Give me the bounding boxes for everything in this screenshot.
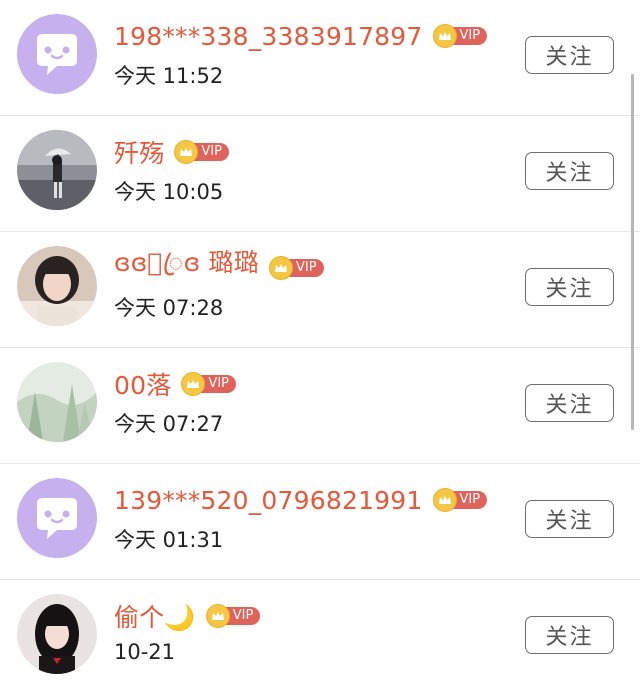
- timestamp: 今天 11:52: [114, 64, 224, 88]
- list-item[interactable]: 139***520_0796821991 VIP 今天 01:31 关注: [0, 464, 640, 580]
- avatar[interactable]: [17, 14, 97, 94]
- follow-button[interactable]: 关注: [525, 268, 614, 306]
- avatar[interactable]: [17, 594, 97, 674]
- chat-bubble-icon: [17, 478, 97, 558]
- dark-hair-girl-photo-icon: [17, 594, 97, 674]
- username[interactable]: 00落: [114, 366, 171, 402]
- follow-button[interactable]: 关注: [525, 36, 614, 74]
- username[interactable]: 198***338_3383917897: [114, 22, 423, 51]
- follow-button[interactable]: 关注: [525, 152, 614, 190]
- list-item[interactable]: ɞɞ⃞ꦿɞ 璐璐 VIP 今天 07:28 关注: [0, 232, 640, 348]
- username[interactable]: 歼殇: [114, 134, 164, 170]
- vip-badge: VIP: [268, 256, 324, 280]
- username[interactable]: ɞɞ⃞ꦿɞ 璐璐: [114, 243, 259, 294]
- follow-button[interactable]: 关注: [525, 616, 614, 654]
- timestamp: 10-21: [114, 640, 176, 664]
- vip-badge: VIP: [205, 604, 261, 628]
- green-scenery-photo-icon: [17, 362, 97, 442]
- crown-icon: [432, 24, 457, 48]
- girl-portrait-photo-icon: [17, 246, 97, 326]
- avatar[interactable]: [17, 478, 97, 558]
- follow-button[interactable]: 关注: [525, 384, 614, 422]
- vip-badge: VIP: [181, 372, 236, 396]
- follow-button[interactable]: 关注: [525, 500, 614, 538]
- vip-badge: VIP: [432, 24, 488, 48]
- avatar[interactable]: [17, 130, 97, 210]
- avatar[interactable]: [17, 362, 97, 442]
- scrollbar[interactable]: [631, 74, 634, 430]
- umbrella-girl-photo-icon: [17, 130, 97, 210]
- username[interactable]: 偷个🌙: [114, 598, 196, 634]
- username[interactable]: 139***520_0796821991: [114, 486, 423, 515]
- list-item[interactable]: 00落 VIP 今天 07:27 关注: [0, 348, 640, 464]
- vip-badge: VIP: [174, 140, 229, 164]
- list-item[interactable]: 偷个🌙 VIP 10-21 关注: [0, 580, 640, 689]
- chat-bubble-icon: [17, 14, 97, 94]
- timestamp: 今天 10:05: [114, 180, 224, 204]
- timestamp: 今天 01:31: [114, 528, 224, 552]
- crown-icon: [205, 604, 230, 628]
- crown-icon: [432, 488, 457, 512]
- follow-list: 198***338_3383917897 VIP 今天 11:52 关注 歼殇 …: [0, 0, 640, 689]
- list-item[interactable]: 198***338_3383917897 VIP 今天 11:52 关注: [0, 0, 640, 116]
- timestamp: 今天 07:27: [114, 412, 224, 436]
- avatar[interactable]: [17, 246, 97, 326]
- timestamp: 今天 07:28: [114, 296, 224, 320]
- crown-icon: [268, 256, 293, 280]
- vip-badge: VIP: [432, 488, 488, 512]
- list-item[interactable]: 歼殇 VIP 今天 10:05 关注: [0, 116, 640, 232]
